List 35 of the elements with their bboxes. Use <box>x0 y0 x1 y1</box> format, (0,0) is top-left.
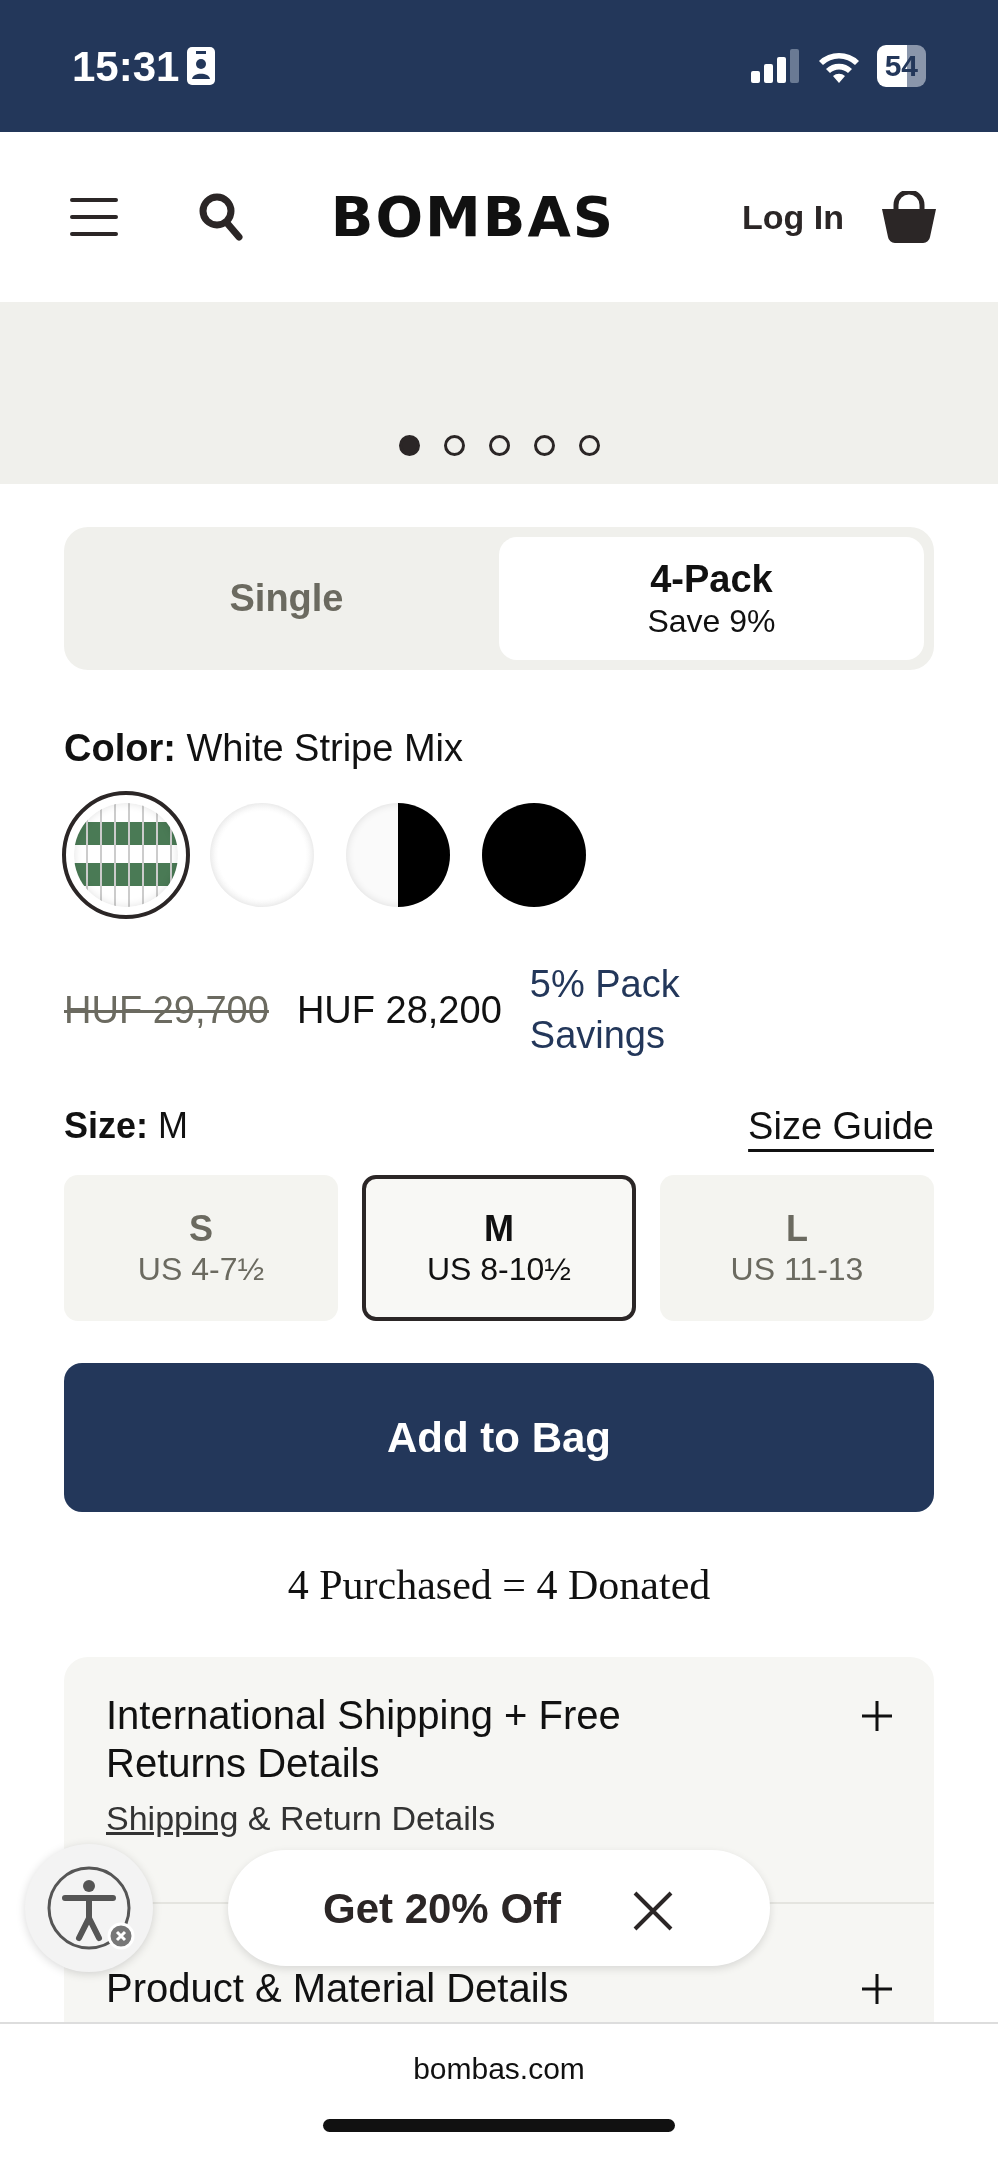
accordion-title: Product & Material Details <box>106 1964 569 2012</box>
size-option[interactable]: M US 8-10½ <box>362 1174 636 1321</box>
color-swatch[interactable] <box>62 791 190 919</box>
size-option[interactable]: S US 4-7½ <box>64 1174 338 1321</box>
size-option[interactable]: L US 11-13 <box>660 1174 934 1321</box>
shopping-bag-button[interactable] <box>880 191 938 243</box>
pack-option-tab[interactable]: 4-Pack Save 9% <box>499 537 924 660</box>
donation-text: 4 Purchased = 4 Donated <box>286 1560 712 1610</box>
battery-level: 54 <box>876 45 926 87</box>
carousel-dot[interactable] <box>488 435 510 456</box>
id-badge-icon <box>187 47 216 85</box>
discount-popup[interactable]: Get 20% Off <box>228 1850 770 1966</box>
pack-savings-text: 5% Pack Savings <box>529 962 681 1059</box>
clock-time: 15:31 <box>72 41 180 92</box>
shipping-link[interactable]: Shipping <box>106 1798 239 1837</box>
address-bar-url: bombas.com <box>412 2051 586 2087</box>
discount-text: Get 20% Off <box>322 1883 562 1934</box>
carousel-dot[interactable] <box>443 435 465 456</box>
carousel-dot[interactable] <box>533 435 555 456</box>
size-label: Size: M <box>64 1104 189 1149</box>
size-guide-link[interactable]: Size Guide <box>748 1097 934 1155</box>
details-link-text: Shipping & Return Details <box>106 1797 497 1839</box>
signal-icon <box>750 49 801 83</box>
original-price: HUF 29,700 <box>64 987 269 1033</box>
carousel-dot[interactable] <box>398 435 420 456</box>
add-to-bag-button[interactable]: Add to Bag <box>64 1362 934 1512</box>
login-link[interactable]: Log In <box>742 191 844 243</box>
carousel-dot[interactable] <box>578 435 600 456</box>
menu-button[interactable] <box>70 196 118 238</box>
sale-price: HUF 28,200 <box>296 987 502 1033</box>
accordion-title: International Shipping + Free Returns Details <box>106 1691 622 1787</box>
search-button[interactable] <box>198 192 244 242</box>
pack-option-tab[interactable]: Single <box>74 537 499 660</box>
color-label: Color: White Stripe Mix <box>64 726 465 771</box>
brand-logo[interactable]: BOMBAS <box>330 175 616 259</box>
